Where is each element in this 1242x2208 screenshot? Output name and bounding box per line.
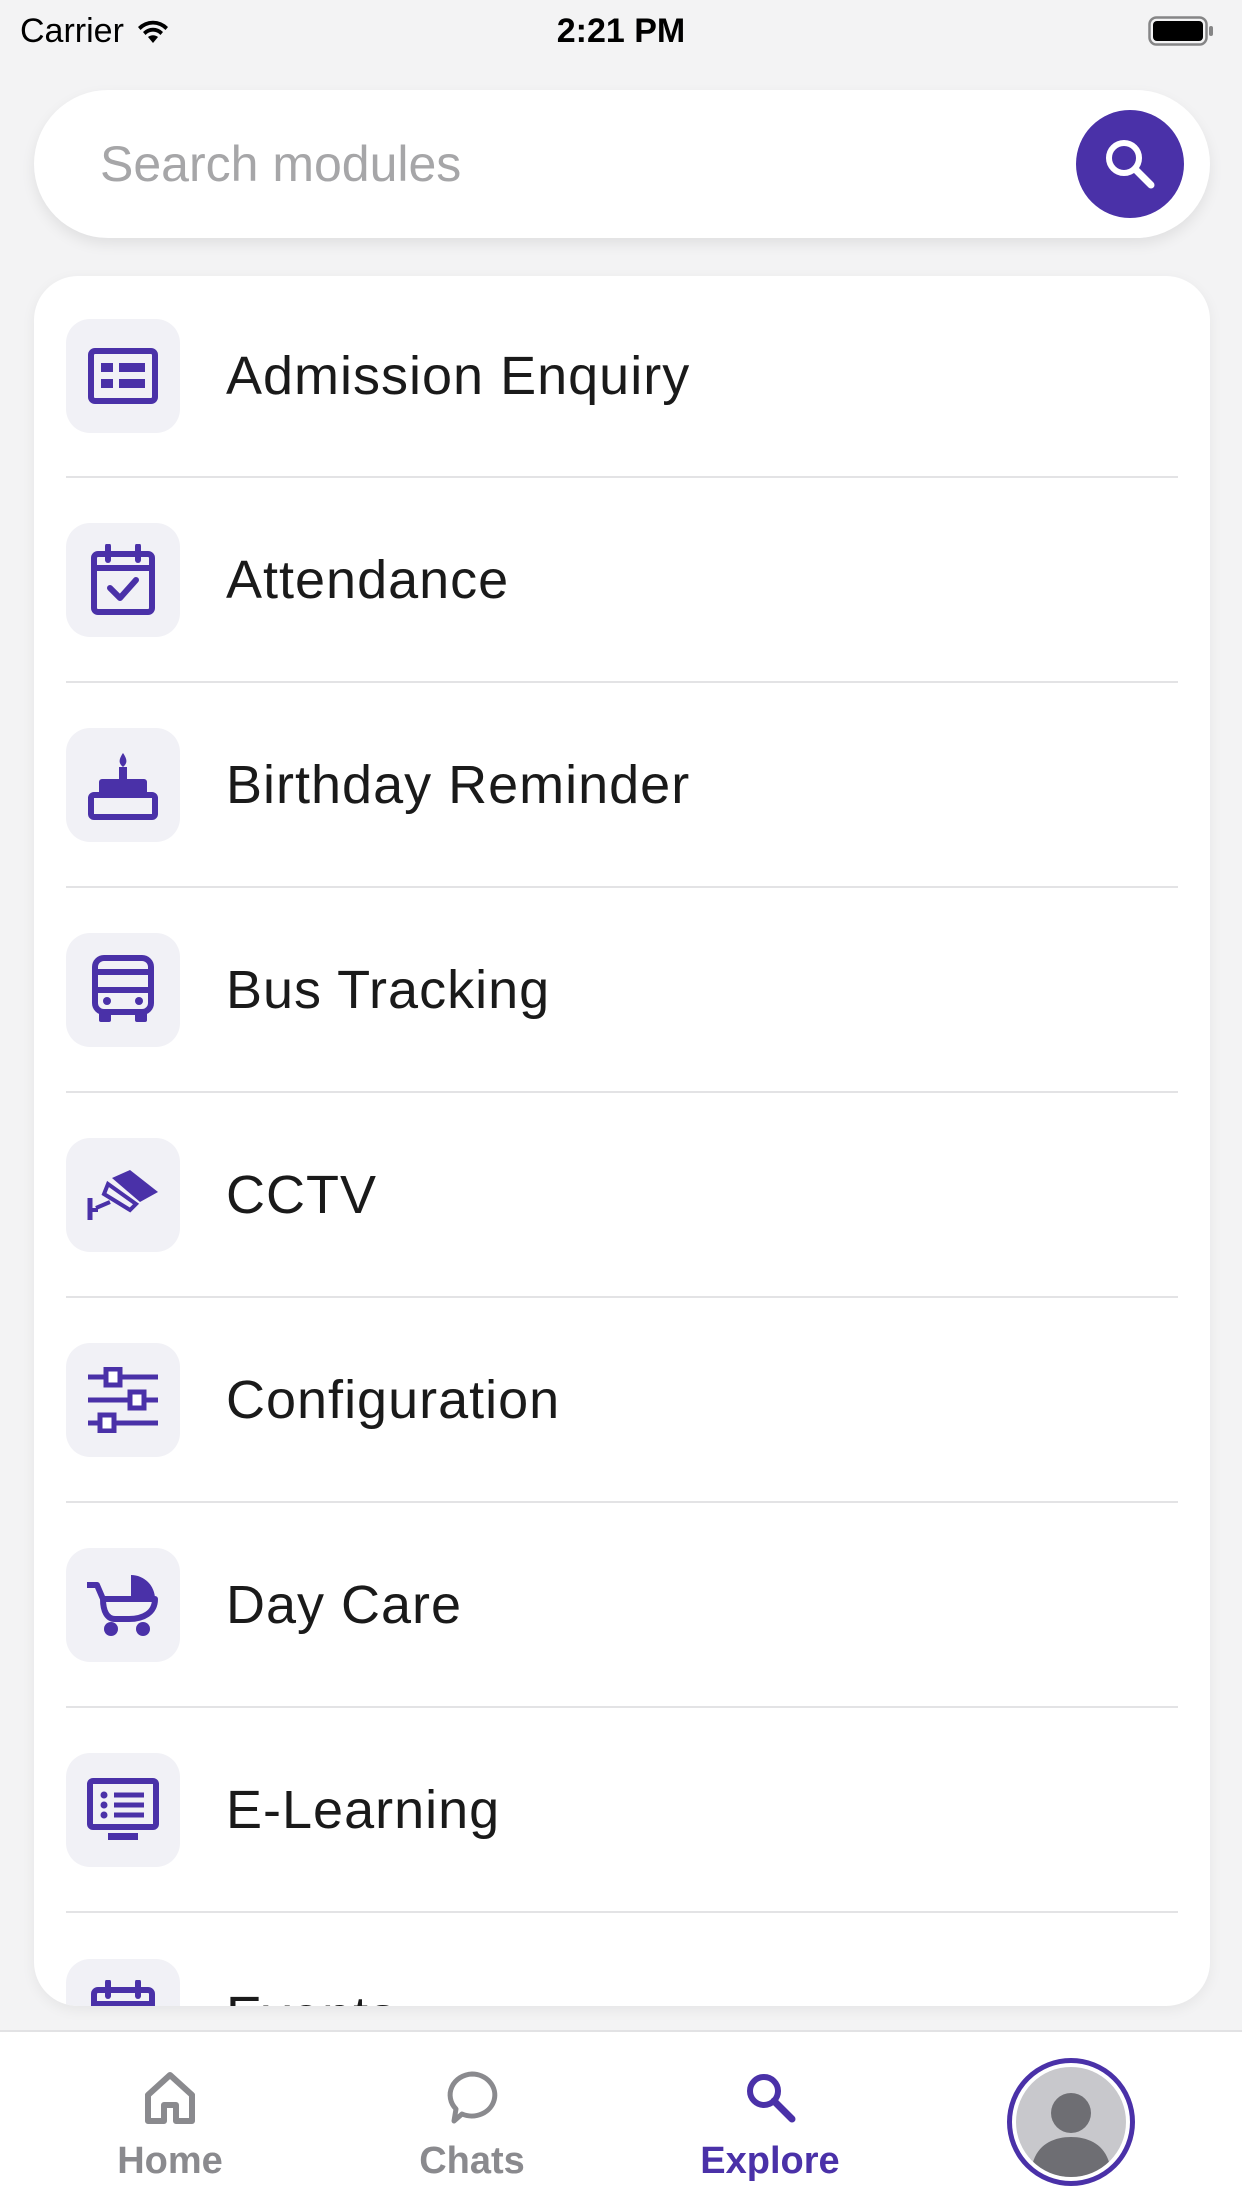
id-card-icon — [88, 348, 158, 404]
icon-tile — [66, 319, 180, 433]
icon-tile — [66, 522, 180, 637]
avatar — [1016, 2067, 1126, 2177]
search-icon — [1106, 140, 1155, 189]
search-bar — [34, 90, 1210, 238]
monitor-list-icon — [87, 1777, 159, 1840]
module-item-events[interactable]: Events — [66, 1913, 1178, 2006]
icon-tile — [66, 1547, 180, 1662]
tab-label: Explore — [700, 2140, 840, 2182]
module-label: Events — [226, 1985, 397, 2007]
icon-tile — [66, 1752, 180, 1867]
module-item-e-learning[interactable]: E-Learning — [66, 1708, 1178, 1913]
tab-icon-wrap — [444, 2064, 500, 2130]
baby-carriage-icon — [87, 1574, 158, 1636]
module-label: Birthday Reminder — [226, 754, 691, 815]
module-list: Admission Enquiry Attendance Birthday Re… — [34, 276, 1210, 2006]
home-icon — [145, 2072, 195, 2124]
bus-icon — [92, 954, 154, 1022]
cctv-camera-icon — [87, 1169, 158, 1220]
tab-chats[interactable]: Chats — [322, 2032, 622, 2208]
calendar-icon — [91, 1979, 155, 2006]
tab-home[interactable]: Home — [20, 2032, 320, 2208]
module-label: Admission Enquiry — [226, 346, 691, 406]
battery-icon — [1148, 16, 1213, 46]
icon-tile — [66, 932, 180, 1047]
module-item-day-care[interactable]: Day Care — [66, 1503, 1178, 1708]
module-label: Day Care — [226, 1574, 463, 1635]
module-item-attendance[interactable]: Attendance — [66, 478, 1178, 683]
icon-tile — [66, 1137, 180, 1252]
icon-tile — [66, 1342, 180, 1457]
search-icon — [747, 2074, 796, 2123]
module-item-bus-tracking[interactable]: Bus Tracking — [66, 888, 1178, 1093]
search-button[interactable] — [1076, 110, 1184, 218]
icon-tile — [66, 727, 180, 842]
module-label: Configuration — [226, 1369, 561, 1430]
birthday-cake-icon — [88, 752, 158, 820]
tab-label: Home — [117, 2140, 223, 2182]
module-item-admission-enquiry[interactable]: Admission Enquiry — [66, 276, 1178, 478]
module-item-cctv[interactable]: CCTV — [66, 1093, 1178, 1298]
module-label: E-Learning — [226, 1779, 501, 1840]
tab-label: Chats — [419, 2140, 525, 2182]
chat-bubble-icon — [447, 2071, 498, 2124]
module-item-birthday-reminder[interactable]: Birthday Reminder — [66, 683, 1178, 888]
tab-icon-wrap — [142, 2064, 198, 2130]
calendar-check-icon — [91, 543, 155, 615]
explore-screen: Carrier 2:21 PM Search modules Admission… — [0, 0, 1242, 2208]
status-bar: Carrier 2:21 PM — [0, 0, 1242, 62]
user-silhouette-icon — [1031, 2093, 1111, 2177]
module-label: CCTV — [226, 1164, 377, 1225]
icon-tile — [66, 1958, 180, 2006]
tab-icon-wrap — [742, 2064, 798, 2130]
status-time: 2:21 PM — [556, 12, 686, 50]
module-label: Attendance — [226, 549, 510, 610]
module-item-configuration[interactable]: Configuration — [66, 1298, 1178, 1503]
search-input[interactable] — [100, 130, 1000, 198]
profile-avatar-button[interactable] — [1007, 2058, 1135, 2186]
tab-explore[interactable]: Explore — [620, 2032, 920, 2208]
module-label: Bus Tracking — [226, 959, 551, 1020]
sliders-icon — [88, 1366, 158, 1433]
